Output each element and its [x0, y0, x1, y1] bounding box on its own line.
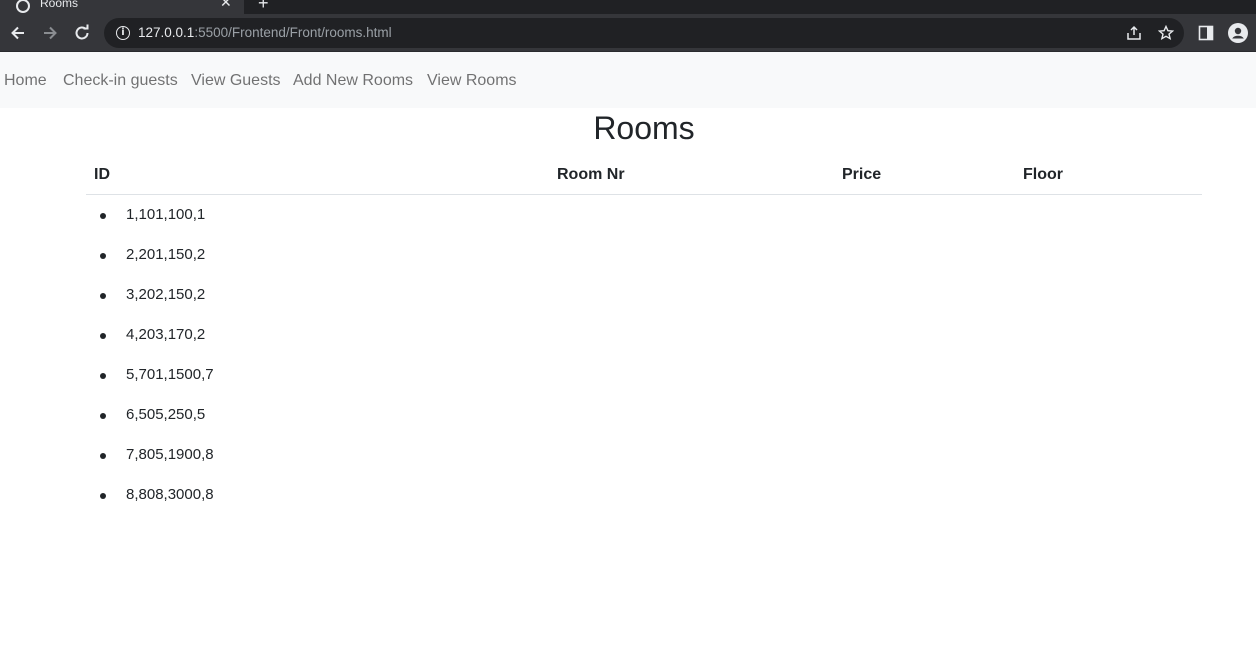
profile-avatar-icon[interactable]	[1228, 23, 1248, 43]
list-item: 1,101,100,1	[0, 205, 400, 227]
column-header-room-nr: Room Nr	[557, 166, 625, 183]
browser-toolbar: i 127.0.0.1:5500/Frontend/Front/rooms.ht…	[0, 14, 1256, 52]
arrow-left-icon	[11, 26, 24, 40]
bullet-icon	[100, 293, 106, 299]
share-icon[interactable]	[1126, 25, 1142, 41]
list-item: 8,808,3000,8	[0, 485, 400, 507]
star-icon[interactable]	[1158, 25, 1174, 41]
room-row-text: 7,805,1900,8	[126, 446, 214, 463]
reload-icon	[75, 24, 89, 40]
bullet-icon	[100, 253, 106, 259]
url-text[interactable]: 127.0.0.1:5500/Frontend/Front/rooms.html	[138, 25, 392, 40]
room-row-text: 4,203,170,2	[126, 326, 206, 343]
bullet-icon	[100, 213, 106, 219]
nav-link-view-guests[interactable]: View Guests	[191, 72, 281, 90]
list-item: 5,701,1500,7	[0, 365, 400, 387]
header-divider	[86, 194, 1202, 195]
tab-title: Rooms	[40, 0, 79, 10]
new-tab-icon[interactable]: +	[258, 0, 269, 12]
bullet-icon	[100, 493, 106, 499]
list-item: 2,201,150,2	[0, 245, 400, 267]
reload-button[interactable]	[72, 23, 92, 43]
list-item: 3,202,150,2	[0, 285, 400, 307]
room-row-text: 6,505,250,5	[126, 406, 206, 423]
room-row-text: 3,202,150,2	[126, 286, 206, 303]
back-button[interactable]	[8, 23, 28, 43]
list-item: 4,203,170,2	[0, 325, 400, 347]
column-header-id: ID	[94, 166, 110, 183]
room-row-text: 1,101,100,1	[126, 206, 206, 223]
address-bar[interactable]: i 127.0.0.1:5500/Frontend/Front/rooms.ht…	[104, 18, 1184, 48]
browser-tab[interactable]: Rooms ✕	[0, 0, 244, 14]
side-panel-icon[interactable]	[1198, 25, 1214, 41]
bullet-icon	[100, 373, 106, 379]
room-row-text: 8,808,3000,8	[126, 486, 214, 503]
column-header-floor: Floor	[1023, 166, 1063, 183]
bullet-icon	[100, 453, 106, 459]
close-icon[interactable]: ✕	[220, 0, 232, 9]
forward-button[interactable]	[40, 23, 60, 43]
page-title: Rooms	[593, 110, 695, 146]
site-navbar: Home Check-in guests View Guests Add New…	[0, 52, 1256, 108]
nav-link-add-new-rooms[interactable]: Add New Rooms	[293, 72, 413, 90]
list-item: 6,505,250,5	[0, 405, 400, 427]
bullet-icon	[100, 413, 106, 419]
room-row-text: 5,701,1500,7	[126, 366, 214, 383]
nav-link-check-in-guests[interactable]: Check-in guests	[63, 72, 178, 90]
room-row-text: 2,201,150,2	[126, 246, 206, 263]
info-icon[interactable]: i	[116, 26, 130, 40]
browser-tabstrip: Rooms ✕ +	[0, 0, 1256, 14]
arrow-right-icon	[44, 26, 57, 40]
list-item: 7,805,1900,8	[0, 445, 400, 467]
globe-icon	[16, 0, 30, 13]
column-header-price: Price	[842, 166, 882, 183]
bullet-icon	[100, 333, 106, 339]
nav-link-view-rooms[interactable]: View Rooms	[427, 72, 517, 90]
nav-link-home[interactable]: Home	[4, 72, 47, 90]
